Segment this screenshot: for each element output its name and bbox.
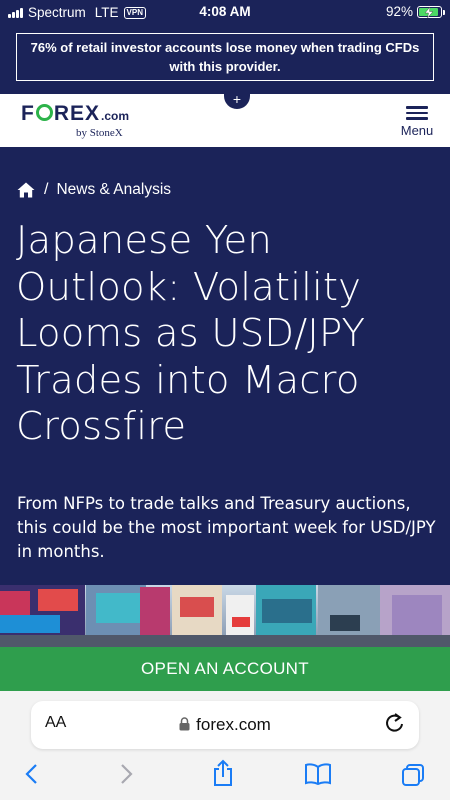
breadcrumb-news-analysis[interactable]: News & Analysis [56,181,171,199]
forex-logo[interactable]: F REX .com by StoneX [21,102,129,139]
article-subtitle: From NFPs to trade talks and Treasury au… [17,494,436,561]
address-bar[interactable]: AA forex.com [31,701,419,749]
battery-cap [443,9,445,15]
menu-label: Menu [400,122,434,138]
hamburger-icon [406,106,428,120]
city-street-image [0,585,450,649]
lock-icon [179,717,190,731]
battery-percent: 92% [385,4,413,19]
breadcrumb: / News & Analysis [17,181,171,199]
menu-button[interactable]: Menu [398,106,436,138]
battery-icon [417,5,445,18]
tabs-icon[interactable] [400,763,426,787]
clock: 4:08 AM [199,4,251,19]
logo-letter-f: F [21,102,35,125]
bookmarks-icon[interactable] [304,763,332,785]
charging-bolt-icon [425,6,433,18]
logo-o-icon [35,104,53,121]
open-account-button[interactable]: OPEN AN ACCOUNT [0,647,450,691]
battery-level [419,6,439,18]
logo-letters: REX [53,102,101,125]
status-bar: Spectrum LTE VPN 4:08 AM 92% [0,0,450,26]
share-icon[interactable] [211,759,235,787]
home-icon[interactable] [17,182,35,198]
url-display[interactable]: forex.com [31,715,419,735]
logo-wordmark: F REX .com [21,102,129,126]
forward-arrow-icon[interactable] [120,763,134,785]
article-title: Japanese Yen Outlook: Volatility Looms a… [16,218,366,449]
status-right: 92% [385,4,445,19]
logo-dotcom: .com [101,109,130,123]
browser-toolbar [0,759,450,793]
url-text: forex.com [196,715,271,734]
browser-chrome: AA forex.com [0,691,450,800]
risk-warning-banner: 76% of retail investor accounts lose mon… [16,33,434,81]
reload-icon[interactable] [385,713,405,735]
back-arrow-icon[interactable] [24,763,38,785]
logo-subtitle: by StoneX [76,127,123,139]
breadcrumb-separator: / [44,181,49,198]
hero-image [0,585,450,649]
